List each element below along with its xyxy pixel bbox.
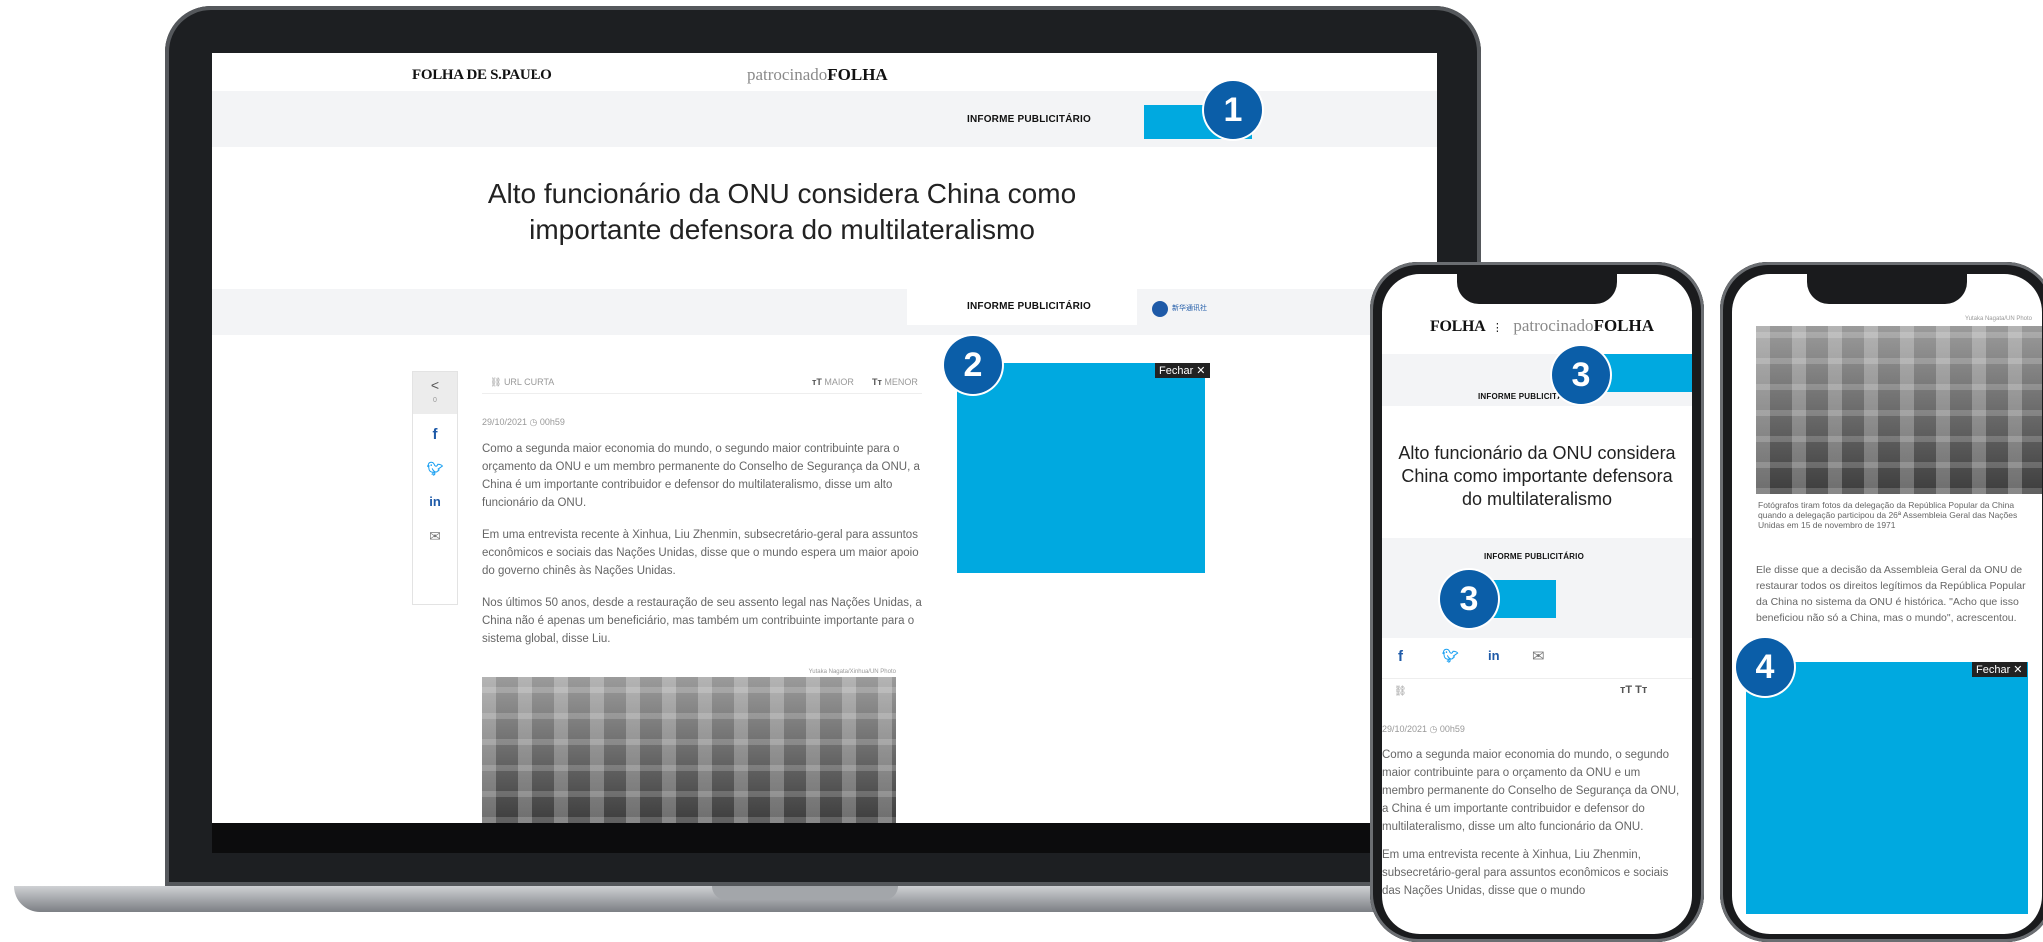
phone-article-body: Como a segunda maior economia do mundo, … xyxy=(1382,746,1684,900)
informe-label: INFORME PUBLICITÁRIO xyxy=(967,114,1091,125)
paragraph-2: Em uma entrevista recente à Xinhua, Liu … xyxy=(482,529,919,577)
informe-label-2: INFORME PUBLICITÁRIO xyxy=(1484,552,1584,561)
ad-slot-sidebar[interactable] xyxy=(957,363,1205,573)
site-header: FOLHA DE S.PAULO ⋮ patrocinadoFOLHA xyxy=(212,53,1437,91)
photo-credit: Yutaka Nagata/UN Photo xyxy=(1964,316,2032,322)
share-icon[interactable]: < xyxy=(413,377,457,393)
font-smaller-button[interactable]: Tт MENOR xyxy=(872,377,918,387)
photo-credit: Yutaka Nagata/Xinhua/UN Photo xyxy=(808,669,896,675)
folha-logo[interactable]: FOLHA xyxy=(1430,318,1486,335)
callout-badge-4: 4 xyxy=(1736,638,1794,696)
patrocinado-text: patrocinado xyxy=(747,65,828,84)
phone-screen-2: Yutaka Nagata/UN Photo Fotógrafos tiram … xyxy=(1732,274,2042,934)
facebook-icon[interactable]: f xyxy=(1398,648,1403,665)
article-photo xyxy=(482,677,896,823)
share-sidebar: < 0 f 🐦︎ in ✉ xyxy=(412,371,458,605)
photo-caption: Fotógrafos tiram fotos da delegação da R… xyxy=(1758,500,2018,530)
font-bigger-button[interactable]: тT MAIOR xyxy=(812,377,854,387)
article-headline: Alto funcionário da ONU considera China … xyxy=(1398,443,1676,509)
link-icon[interactable]: ⛓ xyxy=(1394,686,1407,697)
font-size-icon: тT xyxy=(812,377,825,387)
font-bigger-label: MAIOR xyxy=(824,377,854,387)
article-photo xyxy=(1756,326,2042,494)
paragraph-1: Como a segunda maior economia do mundo, … xyxy=(1382,749,1680,833)
menu-dots-icon[interactable]: ⋮ xyxy=(1492,322,1503,334)
informe-tab: INFORME PUBLICITÁRIO xyxy=(907,289,1137,325)
article-date: 29/10/2021 ◷ 00h59 xyxy=(1382,724,1465,734)
ad-close-button[interactable]: Fechar ✕ xyxy=(1972,662,2027,677)
folha-text: FOLHA xyxy=(827,65,888,84)
patrocinado-folha-logo[interactable]: patrocinadoFOLHA xyxy=(1513,316,1654,335)
url-curta-button[interactable]: ⛓ URL CURTA xyxy=(490,377,554,388)
linkedin-icon[interactable]: in xyxy=(1488,648,1500,663)
facebook-icon[interactable]: f xyxy=(413,426,457,443)
article-headline: Alto funcionário da ONU considera China … xyxy=(482,176,1082,248)
font-size-icon[interactable]: тT Tт xyxy=(1620,684,1647,696)
ad-slot-phone-bottom[interactable] xyxy=(1746,662,2028,914)
informe-band-sponsor: INFORME PUBLICITÁRIO 新华通讯社 xyxy=(212,289,1437,335)
menu-dots-icon[interactable]: ⋮ xyxy=(530,67,542,81)
callout-badge-3-mid: 3 xyxy=(1440,570,1498,628)
phone-screen-1: FOLHA ⋮ patrocinadoFOLHA INFORME PUBLICI… xyxy=(1382,274,1692,934)
paragraph-3: Nos últimos 50 anos, desde a restauração… xyxy=(482,597,922,645)
headline-line-1: Alto funcionário da ONU considera China … xyxy=(487,178,1077,209)
article-toolbar: ⛓ URL CURTA тT MAIOR Tт MENOR xyxy=(482,371,922,394)
share-count-box: < 0 xyxy=(413,372,457,414)
paragraph-1: Como a segunda maior economia do mundo, … xyxy=(482,443,920,509)
laptop-trackpad-notch xyxy=(712,886,898,900)
phone-notch xyxy=(1807,274,1967,304)
paragraph-2: Em uma entrevista recente à Xinhua, Liu … xyxy=(1382,849,1669,897)
informe-label-2: INFORME PUBLICITÁRIO xyxy=(967,301,1091,312)
twitter-icon[interactable]: 🐦︎ xyxy=(1442,648,1459,664)
font-size-icon-small: Tт xyxy=(872,377,885,387)
patrocinado-folha-logo[interactable]: patrocinadoFOLHA xyxy=(747,65,888,85)
callout-badge-1: 1 xyxy=(1204,81,1262,139)
phone-header: FOLHA ⋮ patrocinadoFOLHA xyxy=(1430,316,1654,336)
phone-informe-band-2: INFORME PUBLICITÁRIO xyxy=(1382,538,1692,638)
laptop-bezel xyxy=(212,823,1437,853)
laptop-screen: FOLHA DE S.PAULO ⋮ patrocinadoFOLHA INFO… xyxy=(212,53,1437,823)
ad-close-button[interactable]: Fechar ✕ xyxy=(1155,363,1210,378)
font-smaller-label: MENOR xyxy=(884,377,918,387)
url-curta-label: URL CURTA xyxy=(503,377,555,387)
linkedin-icon[interactable]: in xyxy=(413,494,457,509)
headline-line-2: importante defensora do multilateralismo xyxy=(529,214,1035,245)
share-count: 0 xyxy=(433,397,437,404)
phone-informe-band: INFORME PUBLICITÁRIO xyxy=(1382,354,1692,406)
link-icon: ⛓ xyxy=(490,377,504,387)
callout-badge-3-top: 3 xyxy=(1552,346,1610,404)
xinhua-logo-icon[interactable] xyxy=(1152,301,1168,317)
phone-notch xyxy=(1457,274,1617,304)
sponsor-name: 新华通讯社 xyxy=(1172,304,1207,312)
email-icon[interactable]: ✉ xyxy=(413,528,457,545)
folha-text: FOLHA xyxy=(1593,316,1655,335)
phone-share-row: f 🐦︎ in ✉ xyxy=(1382,638,1692,679)
callout-badge-2: 2 xyxy=(944,336,1002,394)
twitter-icon[interactable]: 🐦︎ xyxy=(413,461,457,477)
article-date: 29/10/2021 ◷ 00h59 xyxy=(482,417,565,427)
paragraph: Ele disse que a decisão da Assembleia Ge… xyxy=(1756,564,2026,624)
patrocinado-text: patrocinado xyxy=(1513,316,1594,335)
email-icon[interactable]: ✉ xyxy=(1532,647,1545,665)
article-body: Como a segunda maior economia do mundo, … xyxy=(482,440,922,648)
